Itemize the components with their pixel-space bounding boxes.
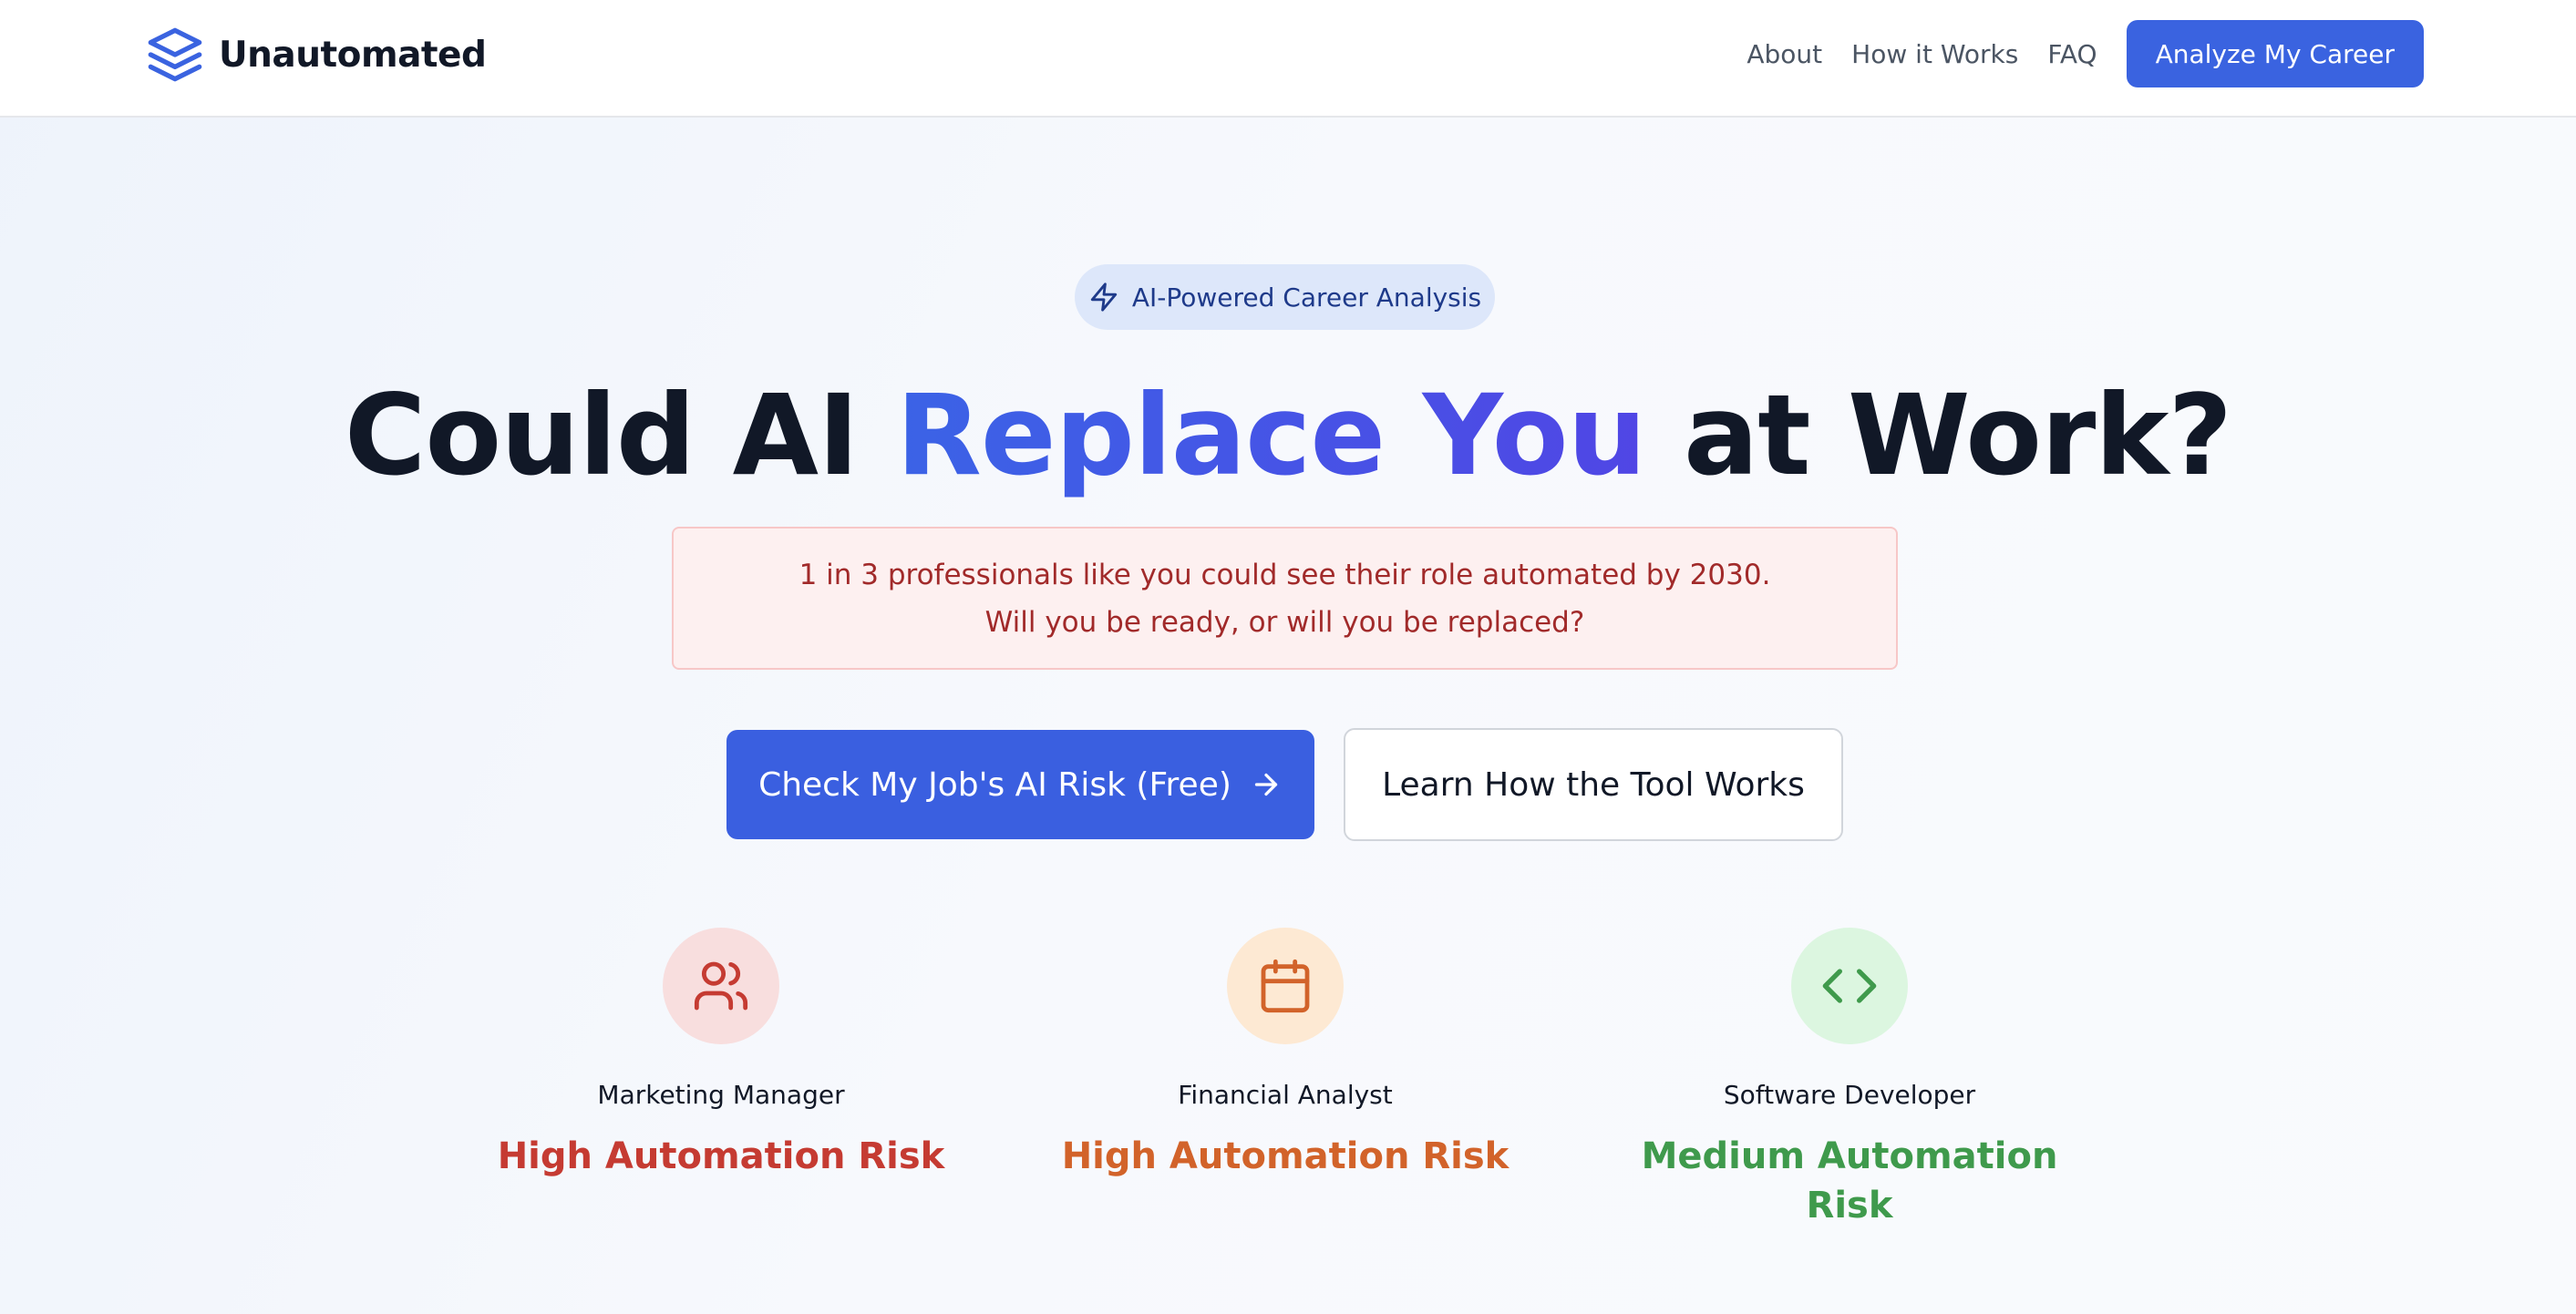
hero-headline: Could AI Replace You at Work? — [0, 363, 2576, 508]
automation-alert: 1 in 3 professionals like you could see … — [672, 527, 1898, 670]
nav-link-how-it-works[interactable]: How it Works — [1851, 39, 2018, 69]
brand-logo[interactable]: Unautomated — [146, 26, 487, 84]
learn-how-button[interactable]: Learn How the Tool Works — [1344, 728, 1843, 841]
lightning-icon — [1090, 282, 1118, 312]
analyze-career-button[interactable]: Analyze My Career — [2126, 20, 2424, 87]
headline-prefix: Could AI — [344, 371, 896, 500]
card-job-title: Marketing Manager — [597, 1080, 845, 1110]
learn-how-label: Learn How the Tool Works — [1382, 765, 1805, 804]
users-icon — [694, 961, 748, 1011]
site-header: Unautomated About How it Works FAQ Analy… — [0, 0, 2576, 118]
card-job-title: Financial Analyst — [1178, 1080, 1393, 1110]
check-job-risk-label: Check My Job's AI Risk (Free) — [758, 765, 1231, 804]
risk-card-financial-analyst: Financial Analyst High Automation Risk — [1030, 928, 1540, 1181]
headline-accent: Replace You — [895, 371, 1647, 500]
main-nav: About How it Works FAQ Analyze My Career — [1747, 20, 2424, 87]
card-icon-circle — [663, 928, 779, 1044]
card-risk-level: High Automation Risk — [1061, 1135, 1510, 1177]
card-risk-level: High Automation Risk — [497, 1135, 945, 1177]
check-job-risk-button[interactable]: Check My Job's AI Risk (Free) — [726, 730, 1314, 839]
arrow-right-icon — [1254, 773, 1278, 796]
risk-card-marketing-manager: Marketing Manager High Automation Risk — [466, 928, 976, 1181]
alert-line-2: Will you be ready, or will you be replac… — [984, 605, 1585, 639]
card-risk-level: Medium Automation Risk — [1641, 1135, 2058, 1227]
calendar-icon — [1261, 959, 1310, 1013]
card-icon-circle — [1227, 928, 1344, 1044]
card-job-title: Software Developer — [1723, 1080, 1976, 1110]
headline-suffix: at Work? — [1645, 371, 2232, 500]
card-icon-circle — [1791, 928, 1908, 1044]
nav-link-faq[interactable]: FAQ — [2047, 39, 2097, 69]
badge-label: AI-Powered Career Analysis — [1131, 282, 1482, 313]
layers-icon — [148, 27, 202, 82]
risk-card-software-developer: Software Developer Medium Automation Ris… — [1594, 928, 2105, 1230]
code-icon — [1822, 969, 1877, 1003]
brand-name: Unautomated — [219, 34, 487, 76]
ai-powered-badge: AI-Powered Career Analysis — [1075, 264, 1495, 330]
alert-line-1: 1 in 3 professionals like you could see … — [799, 558, 1771, 591]
nav-link-about[interactable]: About — [1747, 39, 1822, 69]
